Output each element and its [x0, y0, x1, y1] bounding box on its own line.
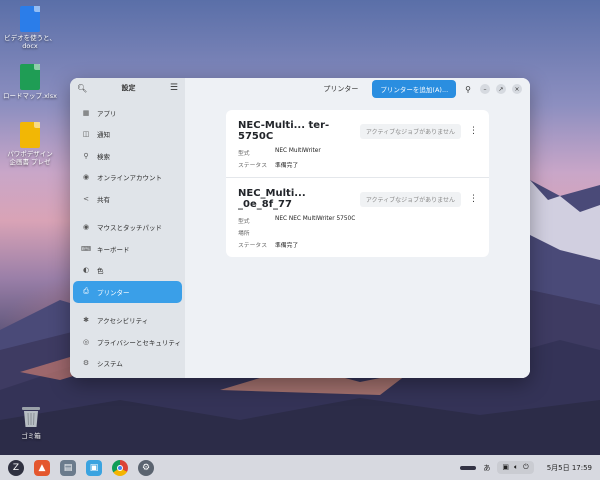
settings-icon[interactable]: ⚙: [138, 459, 154, 476]
launcher-icon[interactable]: Z: [8, 459, 24, 476]
status-area[interactable]: ▣ 🔈︎ ⏻: [497, 461, 534, 474]
sidebar-item-apps[interactable]: ▦ アプリ: [73, 102, 182, 124]
power-icon: ⏻: [523, 463, 529, 471]
system-tray: あ ▣ 🔈︎ ⏻ 5月5日 17:59: [460, 461, 592, 474]
more-options-icon[interactable]: ⋮: [469, 194, 478, 204]
spreadsheet-icon: [20, 64, 40, 90]
brave-browser-icon[interactable]: ▲: [34, 459, 50, 476]
model-label: 型式: [238, 219, 250, 225]
printer-name: NEC_Multi... _0e_8f_77: [238, 188, 306, 210]
sidebar-item-label: 検索: [97, 152, 110, 161]
sidebar-item-label: プライバシーとセキュリティ: [97, 338, 181, 347]
sidebar-item-label: 色: [97, 267, 104, 276]
sidebar-item-label: アクセシビリティ: [97, 317, 149, 326]
settings-window: 🔍︎ 設定 ☰ ▦ アプリ ◫ 通知 ⚲ 検索 ◉ オンラインアカウント < 共有 ◉ マウ…: [70, 78, 530, 378]
sidebar-item-sharing[interactable]: < 共有: [73, 188, 182, 210]
sidebar-item-label: キーボード: [97, 245, 130, 254]
gear-icon: ⚙: [82, 359, 90, 368]
desktop-icon-docx[interactable]: ビデオを使うと、 docx: [2, 6, 58, 50]
sidebar-item-privacy[interactable]: ◎ プライバシーとセキュリティ: [73, 331, 182, 353]
minimize-button[interactable]: –: [480, 84, 490, 94]
sidebar-separator: [73, 303, 182, 310]
taskbar: Z ▲ ▤ ▣ ⚙ あ ▣ 🔈︎ ⏻ 5月5日 17:59: [0, 455, 600, 480]
bell-icon: ◫: [82, 130, 90, 139]
privacy-icon: ◎: [82, 337, 90, 346]
sidebar-item-label: プリンター: [97, 288, 130, 297]
desktop-icon-xlsx[interactable]: ロードマップ.xlsx: [2, 64, 58, 100]
color-icon: ◐: [82, 266, 90, 275]
trash-label: ゴミ箱: [21, 432, 41, 440]
status-label: ステータス: [238, 243, 267, 249]
trash-icon: [22, 407, 40, 427]
workspace-indicator[interactable]: [460, 465, 477, 470]
main-panel: プリンター プリンターを追加(A)... ⚲ – ↗ × NEC-Multi..…: [185, 78, 530, 378]
files-icon[interactable]: ▤: [60, 459, 76, 476]
jobs-button[interactable]: アクティブなジョブがありません: [359, 191, 461, 207]
account-icon: ◉: [82, 173, 90, 182]
sidebar-item-notifications[interactable]: ◫ 通知: [73, 124, 182, 146]
volume-icon: 🔈︎: [513, 463, 519, 471]
share-icon: <: [83, 194, 89, 203]
sidebar-item-search[interactable]: ⚲ 検索: [73, 145, 182, 167]
sidebar-item-accessibility[interactable]: ✱ アクセシビリティ: [73, 310, 182, 332]
search-icon[interactable]: 🔍︎: [77, 84, 87, 93]
sidebar: 🔍︎ 設定 ☰ ▦ アプリ ◫ 通知 ⚲ 検索 ◉ オンラインアカウント < 共有 ◉ マウ…: [70, 78, 185, 378]
status-value: 準備完了: [275, 243, 299, 249]
document-icon: [20, 6, 40, 32]
mouse-icon: ◉: [82, 223, 90, 232]
sidebar-item-label: 共有: [97, 195, 110, 204]
keyboard-icon: ⌨: [81, 244, 92, 253]
printer-name: NEC-Multi... ter-5750C: [238, 120, 330, 142]
location-label: 場所: [238, 231, 250, 237]
desktop-icon-label: ロードマップ.xlsx: [3, 92, 57, 100]
sidebar-item-label: オンラインアカウント: [97, 174, 162, 183]
printer-icon: ⎙: [83, 287, 89, 296]
screen-icon: ▣: [502, 463, 509, 471]
presentation-icon: [20, 122, 40, 148]
printer-list: NEC-Multi... ter-5750C アクティブなジョブがありません ⋮…: [226, 110, 489, 257]
desktop-icon-pptx[interactable]: パワポデザイン 企画書 プレゼ: [2, 122, 58, 166]
model-value: NEC MultiWriter: [275, 148, 321, 154]
page-title: プリンター: [323, 85, 359, 93]
apps-icon: ▦: [82, 108, 90, 117]
model-label: 型式: [238, 151, 250, 157]
desktop-icon-label: パワポデザイン 企画書 プレゼ: [7, 150, 53, 167]
model-value: NEC NEC MultiWriter 5750C: [275, 216, 356, 222]
sidebar-item-keyboard[interactable]: ⌨ キーボード: [73, 238, 182, 260]
jobs-button[interactable]: アクティブなジョブがありません: [359, 123, 461, 139]
sidebar-item-label: 通知: [97, 131, 110, 140]
sidebar-list: ▦ アプリ ◫ 通知 ⚲ 検索 ◉ オンラインアカウント < 共有 ◉ マウスとタッチパッド…: [70, 98, 185, 378]
header-bar: プリンター プリンターを追加(A)... ⚲ – ↗ ×: [185, 78, 530, 100]
clock[interactable]: 5月5日 17:59: [547, 463, 592, 473]
accessibility-icon: ✱: [83, 316, 89, 325]
menu-icon[interactable]: ☰: [170, 83, 178, 93]
location-value: [275, 228, 477, 237]
maximize-button[interactable]: ↗: [496, 84, 506, 94]
sidebar-separator: [73, 210, 182, 217]
sidebar-item-system[interactable]: ⚙ システム: [73, 353, 182, 375]
add-printer-button[interactable]: プリンターを追加(A)...: [372, 80, 457, 98]
status-value: 準備完了: [275, 163, 299, 169]
more-options-icon[interactable]: ⋮: [469, 126, 478, 136]
sidebar-item-mouse-touchpad[interactable]: ◉ マウスとタッチパッド: [73, 217, 182, 239]
status-label: ステータス: [238, 163, 267, 169]
sidebar-item-color[interactable]: ◐ 色: [73, 260, 182, 282]
sidebar-item-printers[interactable]: ⎙ プリンター: [73, 281, 182, 303]
software-store-icon[interactable]: ▣: [86, 459, 102, 476]
printer-card: NEC_Multi... _0e_8f_77 アクティブなジョブがありません ⋮…: [226, 177, 489, 257]
close-button[interactable]: ×: [512, 84, 522, 94]
search-icon[interactable]: ⚲: [465, 85, 471, 94]
window-title: 設定: [121, 84, 136, 92]
search-icon: ⚲: [83, 151, 89, 160]
desktop-icon-trash[interactable]: ゴミ箱: [14, 404, 48, 440]
sidebar-item-label: アプリ: [97, 109, 117, 118]
sidebar-header: 🔍︎ 設定 ☰: [70, 78, 185, 98]
sidebar-item-label: システム: [97, 360, 123, 369]
sidebar-item-label: マウスとタッチパッド: [97, 224, 162, 233]
chrome-icon[interactable]: [112, 459, 128, 476]
desktop-icon-label: ビデオを使うと、 docx: [4, 34, 56, 51]
printer-card: NEC-Multi... ter-5750C アクティブなジョブがありません ⋮…: [226, 110, 489, 177]
sidebar-item-online-accounts[interactable]: ◉ オンラインアカウント: [73, 167, 182, 189]
input-method[interactable]: あ: [483, 463, 490, 473]
